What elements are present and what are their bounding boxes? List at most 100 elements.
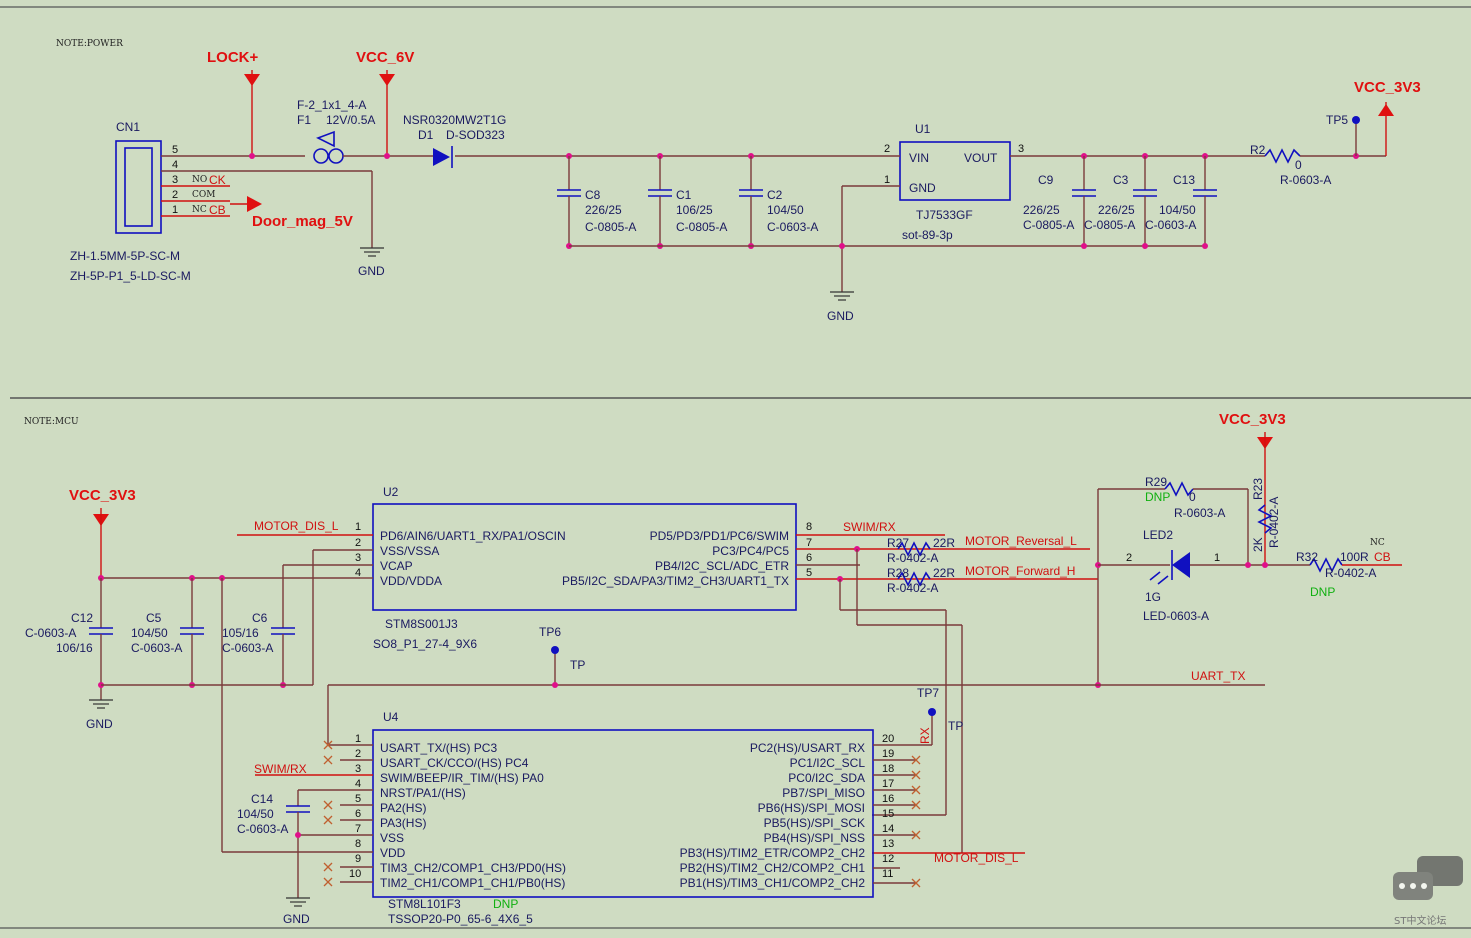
- tp6-dot: [551, 646, 559, 654]
- d1-symbol: [433, 148, 450, 166]
- led2-symbol: [1172, 552, 1190, 578]
- cn1-pin2: 2: [172, 189, 178, 201]
- tp5-dot: [1352, 116, 1360, 124]
- u1-fp: sot-89-3p: [902, 228, 953, 242]
- tp5-ref: TP5: [1326, 113, 1348, 127]
- u2-fp: SO8_P1_27-4_9X6: [373, 637, 477, 651]
- c12-ref: C12: [71, 611, 93, 625]
- f1-value: 12V/0.5A: [326, 113, 375, 127]
- c3-val: 226/25: [1098, 203, 1135, 217]
- d1-ref: D1: [418, 128, 434, 142]
- cap-c2: [739, 153, 763, 249]
- svg-text:PC0/I2C_SDA: PC0/I2C_SDA: [788, 771, 865, 785]
- svg-text:7: 7: [355, 823, 361, 835]
- c12-val: 106/16: [56, 641, 93, 655]
- c6-ref: C6: [252, 611, 268, 625]
- f1-part: F-2_1x1_4-A: [297, 98, 366, 112]
- tp6-label: TP: [570, 658, 585, 672]
- cn1-pin3: 3: [172, 174, 178, 186]
- note-power: NOTE:POWER: [56, 39, 123, 49]
- net-uart-tx: UART_TX: [1191, 669, 1245, 683]
- u1-pin2: 2: [884, 143, 890, 155]
- led2-val: 1G: [1145, 590, 1161, 604]
- u4-left-nc-marks: [323, 740, 333, 887]
- svg-text:USART_TX/(HS) PC3: USART_TX/(HS) PC3: [380, 741, 497, 755]
- tp6-ref: TP6: [539, 625, 561, 639]
- net-motor-dis-l: MOTOR_DIS_L: [254, 519, 339, 533]
- c6-fp: C-0603-A: [222, 641, 273, 655]
- note-mcu: NOTE:MCU: [24, 417, 79, 427]
- u2-part: STM8S001J3: [385, 617, 458, 631]
- svg-text:PB1(HS)/TIM3_CH1/COMP2_CH2: PB1(HS)/TIM3_CH1/COMP2_CH2: [680, 876, 866, 890]
- c2-fp: C-0603-A: [767, 220, 818, 234]
- watermark-text: ST中文论坛: [1394, 914, 1446, 927]
- r2-fp: R-0603-A: [1280, 173, 1331, 187]
- r28-fp: R-0402-A: [887, 581, 938, 595]
- r27-ref: R27: [887, 536, 909, 550]
- vcc3v3-top-label: VCC_3V3: [1354, 79, 1421, 96]
- svg-text:SWIM/BEEP/IR_TIM/(HS) PA0: SWIM/BEEP/IR_TIM/(HS) PA0: [380, 771, 544, 785]
- vcc6v-label: VCC_6V: [356, 49, 414, 66]
- vcc3v3-left-label: VCC_3V3: [69, 487, 136, 504]
- cn1-com: COM: [192, 190, 215, 200]
- u1-pin1: 1: [884, 174, 890, 186]
- svg-text:16: 16: [882, 793, 894, 805]
- cap-c1: [648, 153, 672, 249]
- c13-fp: C-0603-A: [1145, 218, 1196, 232]
- c13-val: 104/50: [1159, 203, 1196, 217]
- r32-ref: R32: [1296, 550, 1318, 564]
- svg-text:4: 4: [355, 567, 361, 579]
- r32-nc: NC: [1370, 538, 1385, 548]
- door-mag-label: Door_mag_5V: [252, 213, 353, 230]
- svg-text:8: 8: [806, 521, 812, 533]
- svg-text:19: 19: [882, 748, 894, 760]
- u2-left-pins: PD6/AIN6/UART1_RX/PA1/OSCIN VSS/VSSA VCA…: [355, 521, 566, 588]
- gnd-label-2: GND: [827, 309, 854, 323]
- door-mag-arrow: [247, 196, 262, 212]
- r23-val: 2K: [1251, 537, 1265, 552]
- c14-ref: C14: [251, 792, 273, 806]
- u1-vin: VIN: [909, 151, 929, 165]
- r28-ref: R28: [887, 566, 909, 580]
- r2-ref: R2: [1250, 143, 1266, 157]
- tp7-dot: [928, 708, 936, 716]
- svg-text:5: 5: [355, 793, 361, 805]
- svg-text:6: 6: [806, 552, 812, 564]
- lock-arrow: [244, 74, 260, 86]
- svg-text:PB3(HS)/TIM2_ETR/COMP2_CH2: PB3(HS)/TIM2_ETR/COMP2_CH2: [680, 846, 866, 860]
- led2-ref: LED2: [1143, 528, 1173, 542]
- c1-ref: C1: [676, 188, 692, 202]
- r29-val: 0: [1189, 490, 1196, 504]
- c12-fp: C-0603-A: [25, 626, 76, 640]
- f1-ref: F1: [297, 113, 311, 127]
- d1-part: NSR0320MW2T1G: [403, 113, 506, 127]
- c14-fp: C-0603-A: [237, 822, 288, 836]
- cn1-cb: CB: [209, 203, 226, 217]
- cn1-inner: [124, 147, 153, 227]
- u1-vout: VOUT: [964, 151, 998, 165]
- svg-text:PC3/PC4/PC5: PC3/PC4/PC5: [712, 544, 789, 558]
- c9-val: 226/25: [1023, 203, 1060, 217]
- c13-ref: C13: [1173, 173, 1195, 187]
- c6-val: 105/16: [222, 626, 259, 640]
- net-swim: SWIM/RX: [843, 520, 896, 534]
- r29-ref: R29: [1145, 475, 1167, 489]
- c3-ref: C3: [1113, 173, 1129, 187]
- vcc6v-arrow: [379, 74, 395, 86]
- r27-fp: R-0402-A: [887, 551, 938, 565]
- svg-text:14: 14: [882, 823, 894, 835]
- cn1-pin1: 1: [172, 204, 178, 216]
- svg-text:TIM2_CH1/COMP1_CH1/PB0(HS): TIM2_CH1/COMP1_CH1/PB0(HS): [380, 876, 565, 890]
- tp7-label: TP: [948, 719, 963, 733]
- svg-text:10: 10: [349, 868, 361, 880]
- led2-fp: LED-0603-A: [1143, 609, 1209, 623]
- u1-part: TJ7533GF: [916, 208, 973, 222]
- r2-val: 0: [1295, 158, 1302, 172]
- cn1-ck: CK: [209, 173, 226, 187]
- cn1-ref: CN1: [116, 120, 140, 134]
- c5-val: 104/50: [131, 626, 168, 640]
- net-cb: CB: [1374, 550, 1391, 564]
- u2-ref: U2: [383, 485, 399, 499]
- svg-text:PC2(HS)/USART_RX: PC2(HS)/USART_RX: [750, 741, 865, 755]
- tp7-ref: TP7: [917, 686, 939, 700]
